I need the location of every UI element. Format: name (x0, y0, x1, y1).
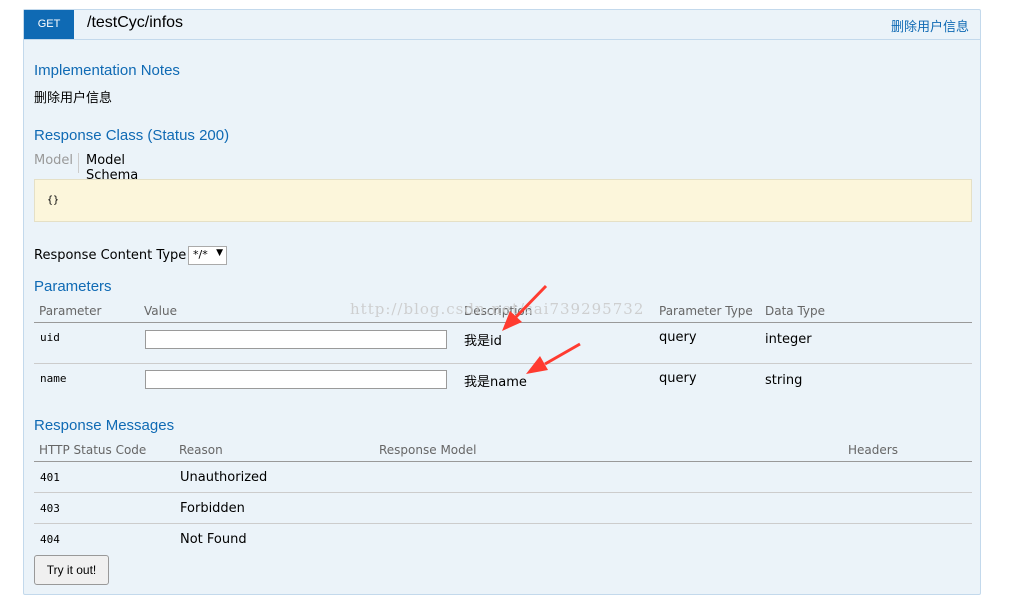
resp-col-response-model: Response Model (379, 443, 477, 457)
status-reason: Forbidden (180, 501, 245, 516)
resp-row-divider (34, 492, 972, 493)
operation-summary-link[interactable]: 删除用户信息 (891, 16, 969, 35)
param-col-parameter-type: Parameter Type (659, 304, 753, 318)
resp-col-reason: Reason (179, 443, 223, 457)
operation-header[interactable]: GET /testCyc/infos 删除用户信息 (24, 10, 980, 40)
response-content-type-label: Response Content Type (34, 248, 187, 263)
param-description: 我是id (464, 334, 502, 349)
model-schema-snippet: {} (34, 179, 972, 222)
resp-col-status-code: HTTP Status Code (39, 443, 147, 457)
response-content-type-select[interactable]: */* ▼ (188, 246, 227, 265)
param-col-data-type: Data Type (765, 304, 826, 318)
param-col-parameter: Parameter (39, 304, 102, 318)
status-reason: Unauthorized (180, 470, 268, 485)
name-input[interactable] (145, 370, 447, 389)
chevron-down-icon: ▼ (216, 248, 223, 258)
implementation-notes-text: 删除用户信息 (34, 91, 113, 106)
param-data-type: integer (765, 332, 812, 347)
param-type: query (659, 371, 697, 386)
param-col-value: Value (144, 304, 177, 318)
tab-model[interactable]: Model (34, 153, 73, 168)
endpoint-path[interactable]: /testCyc/infos (87, 14, 183, 32)
tab-divider (78, 153, 79, 173)
response-messages-heading: Response Messages (34, 417, 175, 434)
schema-text: {} (47, 195, 60, 206)
param-name: name (40, 372, 67, 385)
param-name: uid (40, 331, 60, 344)
status-code: 401 (40, 471, 60, 484)
content-type-value: */* (193, 248, 208, 261)
param-header-rule (34, 322, 972, 323)
http-method-badge[interactable]: GET (24, 10, 74, 39)
param-row-divider (34, 363, 972, 364)
response-class-heading: Response Class (Status 200) (34, 127, 230, 144)
resp-col-headers: Headers (848, 443, 898, 457)
resp-row-divider (34, 523, 972, 524)
status-reason: Not Found (180, 532, 247, 547)
implementation-notes-heading: Implementation Notes (34, 62, 180, 79)
param-type: query (659, 330, 697, 345)
blog-watermark: http://blog.csdn.net/sai739295732 (350, 300, 645, 318)
param-description: 我是name (464, 375, 527, 390)
parameters-heading: Parameters (34, 278, 112, 295)
status-code: 403 (40, 502, 60, 515)
status-code: 404 (40, 533, 60, 546)
param-data-type: string (765, 373, 803, 388)
try-it-out-button[interactable]: Try it out! (34, 555, 109, 585)
uid-input[interactable] (145, 330, 447, 349)
resp-header-rule (34, 461, 972, 462)
